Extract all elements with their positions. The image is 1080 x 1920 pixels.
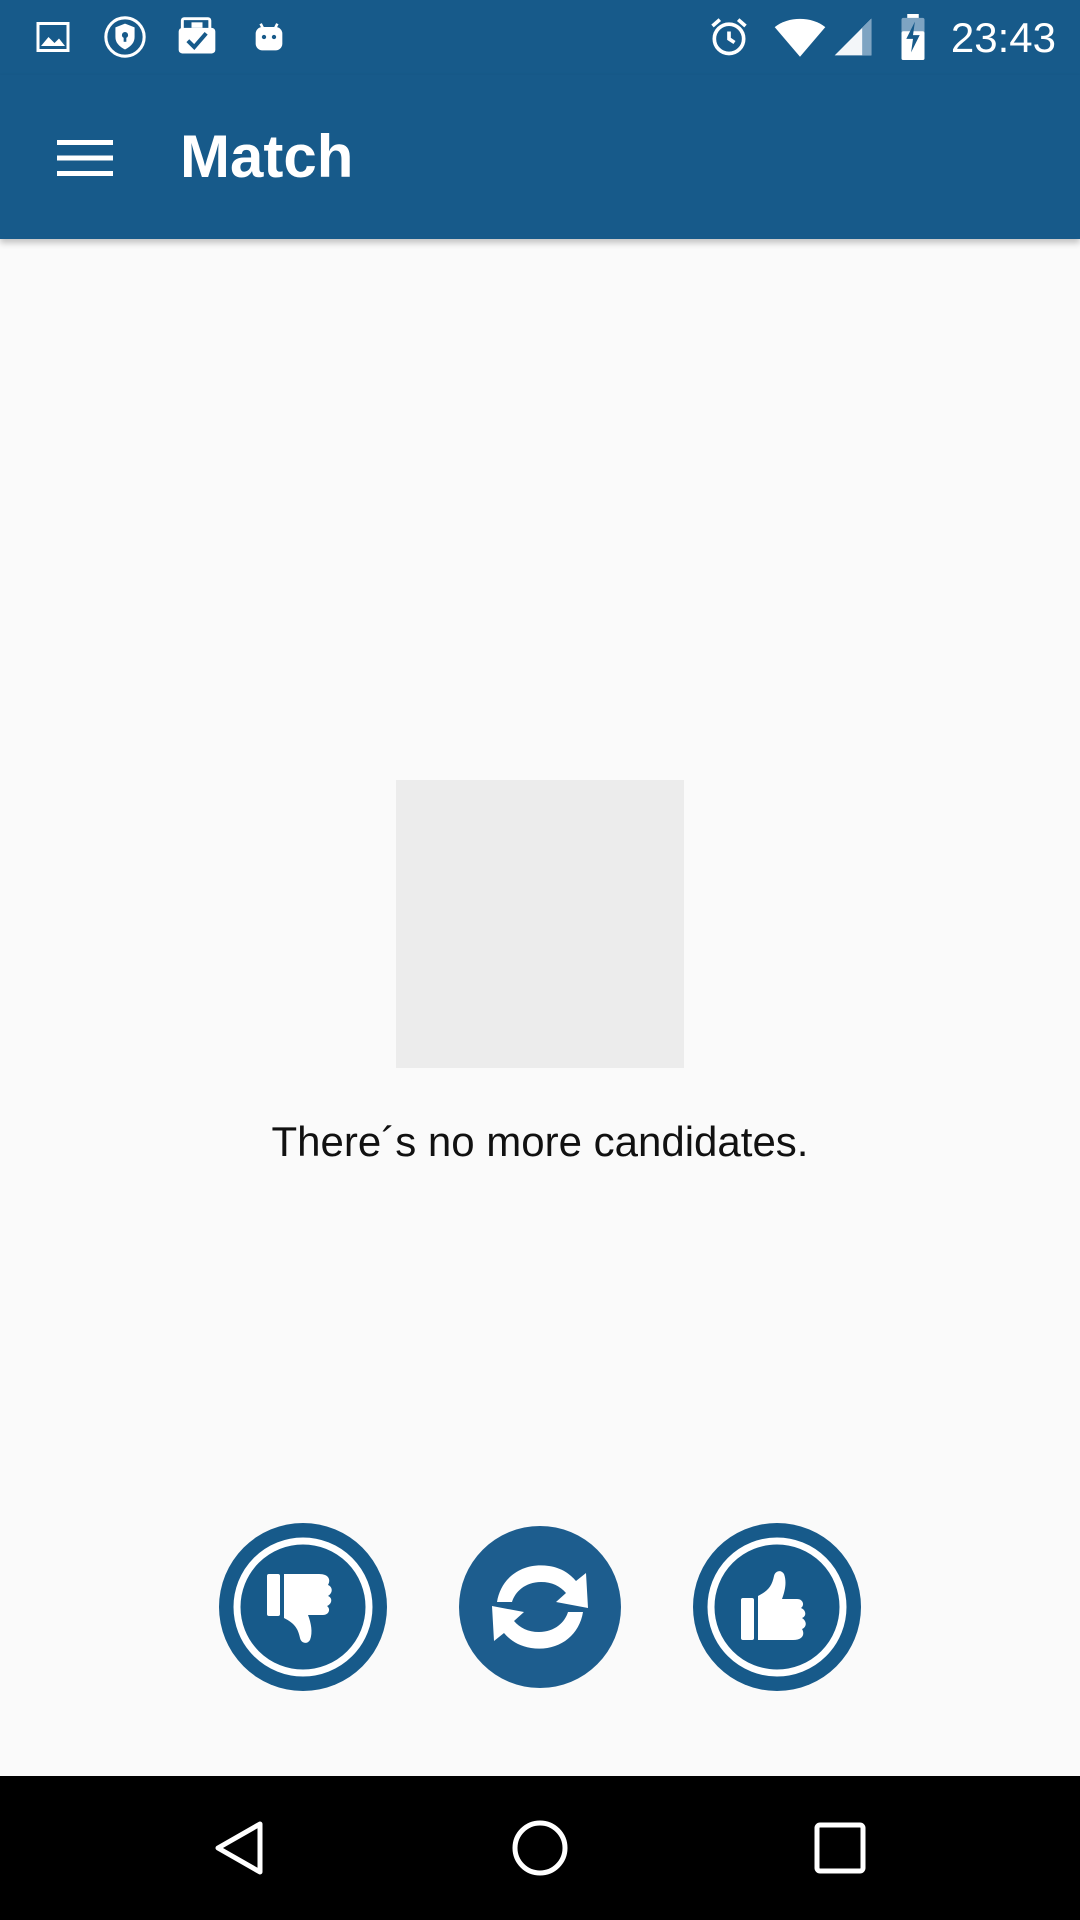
back-icon bbox=[215, 1821, 263, 1875]
refresh-button[interactable] bbox=[457, 1522, 623, 1692]
app-bar: Match bbox=[0, 75, 1080, 239]
empty-state-message: There´s no more candidates. bbox=[271, 1118, 809, 1165]
back-button[interactable] bbox=[190, 1798, 290, 1898]
image-icon bbox=[30, 14, 76, 60]
briefcase-check-icon bbox=[174, 14, 220, 60]
android-icon bbox=[246, 14, 292, 60]
menu-icon bbox=[57, 140, 113, 176]
wifi-icon bbox=[772, 14, 828, 60]
refresh-icon bbox=[459, 1526, 621, 1688]
recents-icon bbox=[814, 1822, 866, 1874]
menu-button[interactable] bbox=[40, 113, 130, 203]
dislike-button[interactable] bbox=[218, 1522, 388, 1692]
clock: 23:43 bbox=[950, 14, 1056, 61]
signal-icon bbox=[830, 14, 876, 60]
battery-charging-icon bbox=[890, 14, 936, 60]
recents-button[interactable] bbox=[790, 1798, 890, 1898]
like-button[interactable] bbox=[692, 1522, 862, 1692]
candidate-placeholder-image bbox=[396, 780, 684, 1068]
alarm-icon bbox=[706, 14, 752, 60]
home-button[interactable] bbox=[490, 1798, 590, 1898]
status-bar: 23:43 bbox=[0, 0, 1080, 75]
shield-icon bbox=[102, 14, 148, 60]
thumbs-down-icon bbox=[219, 1523, 387, 1691]
navigation-bar bbox=[0, 1776, 1080, 1920]
thumbs-up-icon bbox=[693, 1523, 861, 1691]
page-title: Match bbox=[180, 123, 354, 190]
home-icon bbox=[512, 1820, 568, 1876]
